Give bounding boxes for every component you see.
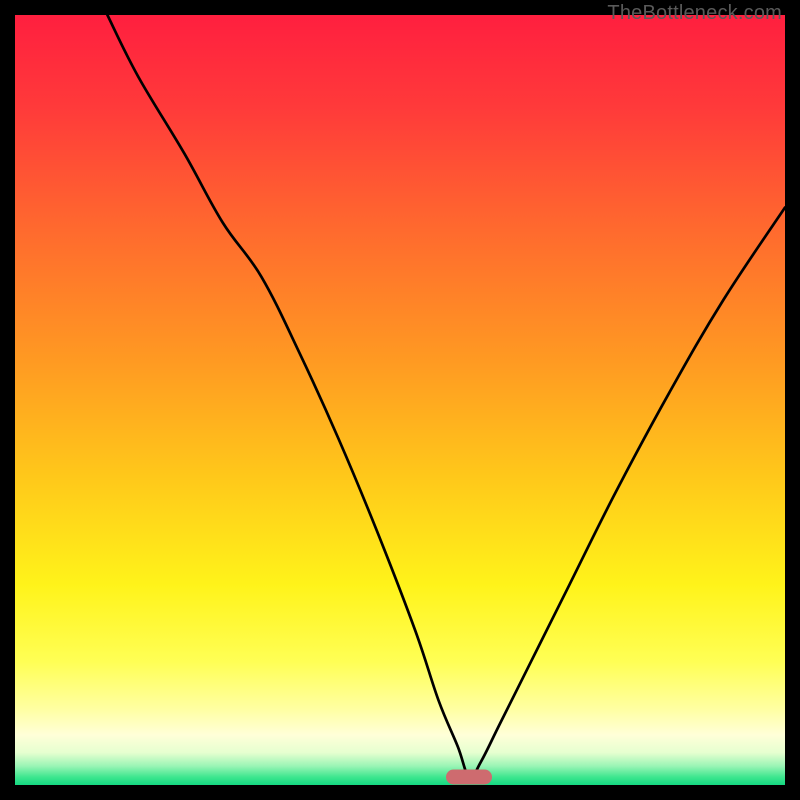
chart-canvas: TheBottleneck.com [0,0,800,800]
watermark-text: TheBottleneck.com [607,2,782,25]
optimal-point-marker [446,770,492,785]
plot-area [15,15,785,785]
bottleneck-curve [15,15,785,785]
